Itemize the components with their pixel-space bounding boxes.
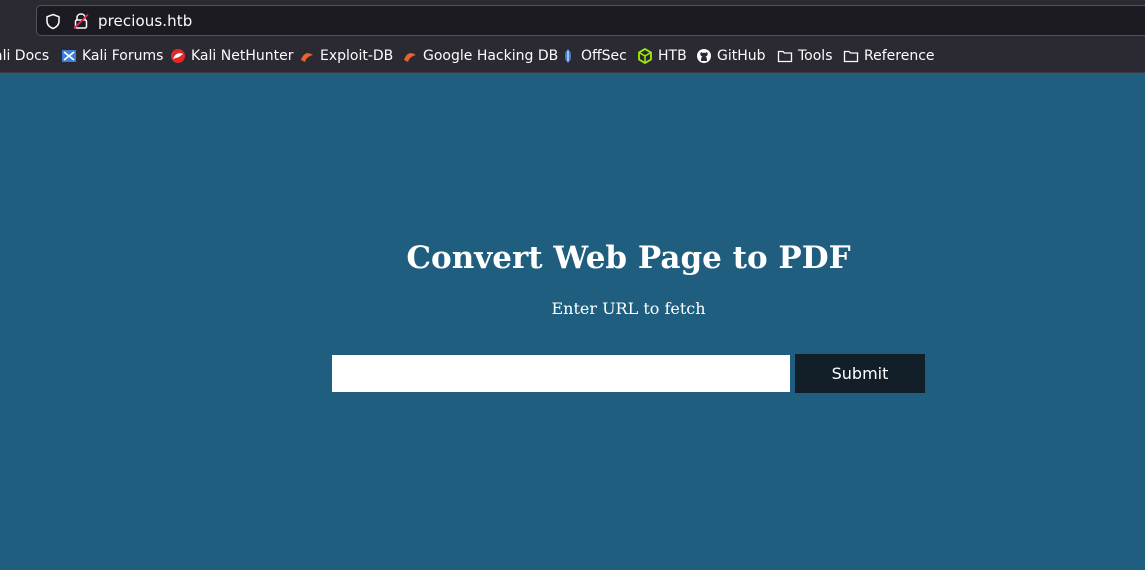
bookmark-github[interactable]: GitHub (696, 47, 766, 65)
submit-button[interactable]: Submit (795, 354, 925, 393)
bookmarks-toolbar: ali Docs Kali Forums Kali NetHunter Expl… (0, 40, 1145, 73)
browser-toolbar: precious.htb (0, 0, 1145, 40)
bookmark-label: Exploit-DB (320, 48, 394, 64)
bookmark-folder-tools[interactable]: Tools (777, 47, 833, 65)
address-bar[interactable]: precious.htb (36, 5, 1145, 36)
bookmark-label: GitHub (717, 48, 766, 64)
htb-icon (637, 47, 653, 65)
bookmark-label: Kali Forums (82, 48, 164, 64)
bookmark-label: OffSec (581, 48, 627, 64)
exploit-db-icon (299, 48, 315, 64)
bookmark-label: Kali NetHunter (191, 48, 294, 64)
bookmark-label: HTB (658, 48, 687, 64)
url-text[interactable]: precious.htb (98, 12, 192, 30)
tracking-shield-icon[interactable] (45, 13, 61, 34)
insecure-lock-icon[interactable] (72, 12, 90, 34)
bookmark-offsec[interactable]: OffSec (560, 47, 627, 65)
bookmark-kali-docs[interactable]: ali Docs (0, 47, 49, 65)
bookmark-label: Tools (798, 48, 833, 64)
github-icon (696, 48, 712, 64)
kali-forums-icon (61, 48, 77, 64)
offsec-icon (560, 48, 576, 64)
folder-icon (777, 48, 793, 64)
bookmark-kali-nethunter[interactable]: Kali NetHunter (170, 47, 293, 65)
bookmark-label: Reference (864, 48, 935, 64)
page-subtitle: Enter URL to fetch (551, 299, 706, 318)
google-hacking-db-icon (402, 48, 418, 64)
kali-nethunter-icon (170, 48, 186, 64)
page-title: Convert Web Page to PDF (406, 240, 851, 276)
bookmark-google-hacking-db[interactable]: Google Hacking DB (402, 47, 558, 65)
bookmark-exploit-db[interactable]: Exploit-DB (299, 47, 393, 65)
bookmark-label: ali Docs (0, 48, 50, 64)
folder-icon (843, 48, 859, 64)
bookmark-htb[interactable]: HTB (637, 47, 687, 65)
url-input[interactable] (332, 355, 790, 392)
bookmark-folder-reference[interactable]: Reference (843, 47, 935, 65)
bookmark-kali-forums[interactable]: Kali Forums (61, 47, 163, 65)
bookmark-label: Google Hacking DB (423, 48, 559, 64)
